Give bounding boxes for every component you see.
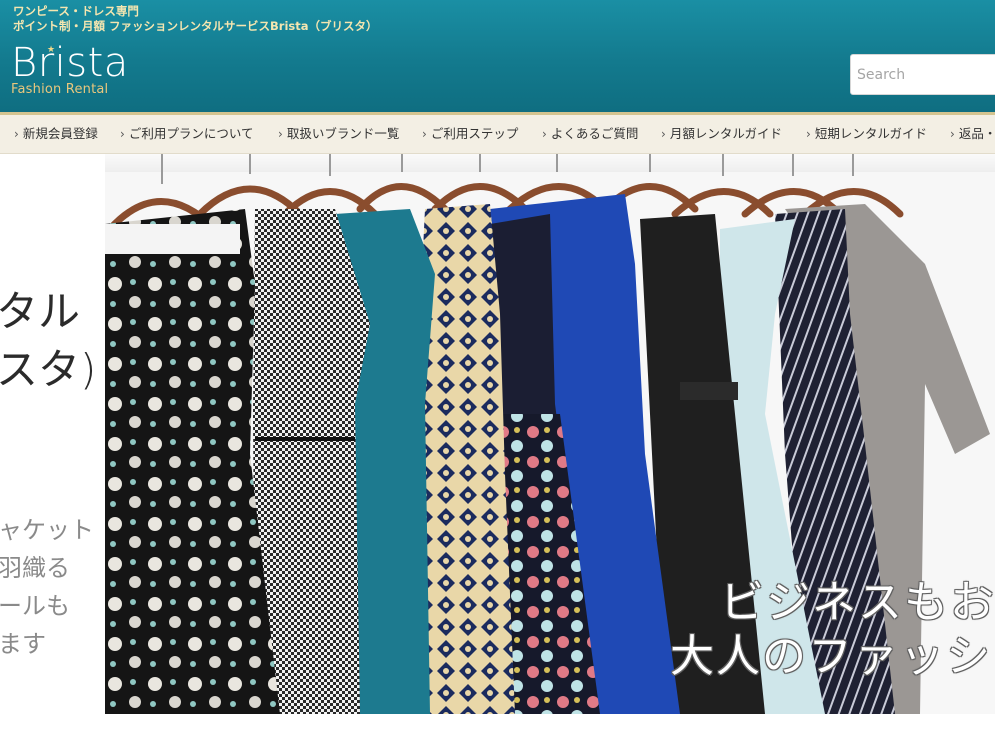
- logo-star-icon: ★: [47, 45, 56, 55]
- nav-item-label: ご利用プランについて: [128, 126, 254, 141]
- site-logo[interactable]: ★ Brista Fashion Rental: [11, 42, 129, 97]
- chevron-right-icon: ›: [542, 127, 547, 141]
- search-input[interactable]: [850, 54, 995, 95]
- nav-item-plans[interactable]: › ご利用プランについて: [120, 115, 253, 153]
- site-header: ワンピース・ドレス専門 ポイント制・月額 ファッションレンタルサービスBrist…: [0, 0, 995, 112]
- chevron-right-icon: ›: [950, 127, 955, 141]
- nav-item-label: 月額レンタルガイド: [669, 126, 782, 141]
- nav-item-label: 取扱いブランド一覧: [286, 126, 400, 141]
- nav-item-label: 短期レンタルガイド: [814, 126, 927, 141]
- hero-banner[interactable]: ビジネスもお 大人のファッシ: [105, 154, 995, 714]
- slide-heading-line-2: スタ): [0, 345, 97, 394]
- nav-item-monthly-guide[interactable]: › 月額レンタルガイド: [661, 115, 782, 153]
- site-tagline: ワンピース・ドレス専門 ポイント制・月額 ファッションレンタルサービスBrist…: [13, 4, 377, 34]
- logo-name: Brista: [11, 40, 129, 86]
- chevron-right-icon: ›: [422, 127, 427, 141]
- chevron-right-icon: ›: [806, 127, 811, 141]
- nav-item-register[interactable]: › 新規会員登録: [14, 115, 98, 153]
- nav-item-label: ご利用ステップ: [430, 126, 519, 141]
- tagline-line-1: ワンピース・ドレス専門: [13, 4, 139, 18]
- slide-body-line-3: ールも: [0, 592, 70, 620]
- nav-item-steps[interactable]: › ご利用ステップ: [422, 115, 518, 153]
- chevron-right-icon: ›: [661, 127, 666, 141]
- nav-item-label: 返品・: [958, 126, 995, 141]
- hero-overlay-line-2: 大人のファッシ: [670, 631, 992, 682]
- nav-item-brands[interactable]: › 取扱いブランド一覧: [278, 115, 399, 153]
- nav-item-returns[interactable]: › 返品・: [950, 115, 995, 153]
- nav-item-short-guide[interactable]: › 短期レンタルガイド: [806, 115, 927, 153]
- nav-item-label: よくあるご質問: [550, 126, 639, 141]
- previous-slide-copy: タル スタ) ャケット 羽織る ールも ます: [0, 154, 105, 746]
- chevron-right-icon: ›: [278, 127, 283, 141]
- slide-heading-line-1: タル: [0, 287, 81, 336]
- slide-body-line-4: ます: [0, 630, 46, 658]
- nav-item-faq[interactable]: › よくあるご質問: [542, 115, 638, 153]
- nav-item-label: 新規会員登録: [22, 126, 98, 141]
- chevron-right-icon: ›: [14, 127, 19, 141]
- global-nav: › 新規会員登録 › ご利用プランについて › 取扱いブランド一覧 › ご利用ステップ …: [0, 115, 995, 154]
- slide-body-line-1: ャケット: [0, 516, 94, 544]
- chevron-right-icon: ›: [120, 127, 125, 141]
- slide-body-line-2: 羽織る: [0, 554, 70, 582]
- tagline-line-2: ポイント制・月額 ファッションレンタルサービスBrista（ブリスタ）: [13, 19, 378, 33]
